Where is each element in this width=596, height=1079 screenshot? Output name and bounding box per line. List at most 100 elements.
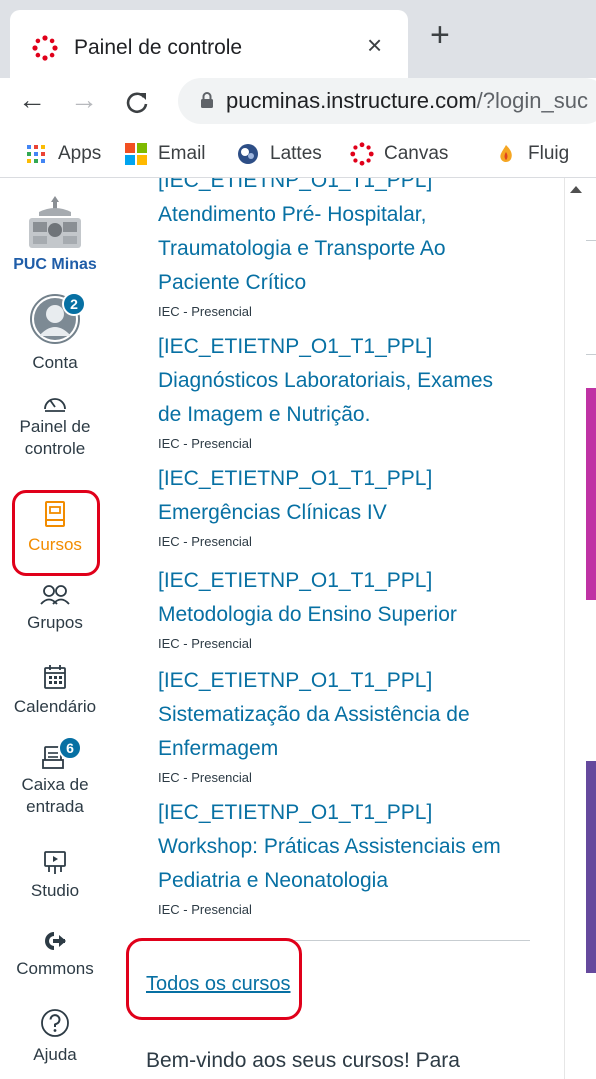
course-name-line: Traumatologia e Transporte Ao (158, 237, 446, 260)
course-item: [IEC_ETIETNP_O1_T1_PPL] Workshop: Prátic… (158, 796, 558, 919)
course-link[interactable]: [IEC_ETIETNP_O1_T1_PPL] Sistematização d… (158, 664, 558, 766)
browser-toolbar: ← → pucminas.instructure.com/?login_suc (0, 78, 596, 130)
url-text: pucminas.instructure.com/?login_suc (226, 88, 588, 114)
course-link[interactable]: [IEC_ETIETNP_O1_T1_PPL] Workshop: Prátic… (158, 796, 558, 898)
scroll-up-arrow-icon[interactable] (570, 186, 582, 193)
nav-label: Ajuda (33, 1045, 77, 1064)
course-item: [IEC_ETIETNP_O1_T1_PPL] Emergências Clín… (158, 462, 558, 551)
course-item: [IEC_ETIETNP_O1_T1_PPL] Metodologia do E… (158, 564, 558, 653)
browser-tabstrip: Painel de controle × + (0, 0, 596, 78)
inbox-badge: 6 (58, 736, 82, 760)
course-code: [IEC_ETIETNP_O1_T1_PPL] (158, 178, 433, 192)
nav-groups[interactable]: Grupos (0, 584, 110, 636)
bookmark-canvas[interactable]: Canvas (350, 140, 448, 168)
nav-label: Caixa de entrada (21, 775, 89, 816)
bookmark-apps[interactable]: Apps (24, 140, 101, 168)
url-path: /?login_suc (476, 88, 588, 113)
course-code: [IEC_ETIETNP_O1_T1_PPL] (158, 467, 433, 490)
nav-label: Grupos (27, 613, 83, 632)
nav-commons[interactable]: Commons (0, 930, 110, 982)
nav-account[interactable]: 2 Conta (0, 292, 110, 376)
course-name-line: Workshop: Práticas Assistenciais em (158, 835, 501, 858)
lock-icon (201, 92, 213, 108)
course-term: IEC - Presencial (158, 636, 252, 651)
nav-label: Painel de controle (19, 417, 91, 458)
puc-crest-icon (29, 196, 81, 248)
bookmark-email[interactable]: Email (124, 140, 206, 168)
dashboard-icon (44, 398, 66, 412)
tab-title: Painel de controle (74, 36, 243, 59)
all-courses-highlight-annotation (126, 938, 302, 1020)
nav-studio[interactable]: Studio (0, 850, 110, 904)
nav-label: Calendário (13, 697, 97, 716)
course-name-line: Metodologia do Ensino Superior (158, 603, 457, 626)
url-host: pucminas.instructure.com (226, 88, 477, 113)
course-name-line: de Imagem e Nutrição. (158, 403, 371, 426)
course-term: IEC - Presencial (158, 436, 252, 451)
bookmark-label: Apps (58, 143, 102, 164)
reload-icon[interactable] (124, 84, 150, 122)
bookmark-label: Canvas (384, 143, 449, 164)
logo-label: PUC Minas (13, 256, 97, 273)
dashboard-divider (586, 240, 596, 241)
nav-label: Commons (16, 959, 94, 978)
course-term: IEC - Presencial (158, 902, 252, 917)
cursos-highlight-annotation (12, 490, 100, 576)
course-name-line: Emergências Clínicas IV (158, 501, 387, 524)
welcome-text: Bem-vindo aos seus cursos! Para (146, 1049, 460, 1072)
course-code: [IEC_ETIETNP_O1_T1_PPL] (158, 669, 433, 692)
puc-minas-logo[interactable]: PUC Minas (0, 192, 110, 276)
course-name-line: Diagnósticos Laboratoriais, Exames (158, 369, 493, 392)
courses-tray: [IEC_ETIETNP_O1_T1_PPL] Atendimento Pré-… (110, 178, 564, 1079)
forward-arrow-icon[interactable]: → (70, 86, 98, 114)
bookmark-lattes[interactable]: Lattes (236, 140, 322, 168)
tray-scrollbar[interactable] (564, 178, 586, 1079)
course-item: [IEC_ETIETNP_O1_T1_PPL] Sistematização d… (158, 664, 558, 787)
course-name-line: Enfermagem (158, 737, 279, 760)
dashboard-background (586, 178, 596, 1079)
course-card-color-bar (586, 388, 596, 600)
course-item: [IEC_ETIETNP_O1_T1_PPL] Atendimento Pré-… (158, 178, 558, 321)
course-code: [IEC_ETIETNP_O1_T1_PPL] (158, 801, 433, 824)
fluig-icon (500, 145, 512, 162)
course-name-line: Pediatria e Neonatologia (158, 869, 388, 892)
nav-label: Conta (32, 353, 78, 372)
dashboard-divider (586, 354, 596, 355)
nav-calendar[interactable]: Calendário (0, 664, 110, 720)
commons-icon (45, 932, 66, 950)
course-card-color-bar (586, 761, 596, 973)
course-link[interactable]: [IEC_ETIETNP_O1_T1_PPL] Emergências Clín… (158, 462, 558, 530)
nav-dashboard[interactable]: Painel de controle (0, 390, 110, 460)
help-icon (41, 1009, 69, 1037)
bookmark-fluig[interactable]: Fluig (494, 140, 569, 168)
course-name-line: Atendimento Pré- Hospitalar, (158, 203, 427, 226)
course-link[interactable]: [IEC_ETIETNP_O1_T1_PPL] Diagnósticos Lab… (158, 330, 558, 432)
new-tab-icon[interactable]: + (430, 18, 450, 52)
nav-help[interactable]: Ajuda (0, 1008, 110, 1068)
calendar-icon (44, 665, 66, 689)
course-name-line: Paciente Crítico (158, 271, 307, 294)
course-link[interactable]: [IEC_ETIETNP_O1_T1_PPL] Atendimento Pré-… (158, 178, 558, 300)
back-arrow-icon[interactable]: ← (18, 86, 46, 114)
windows-logo-icon (125, 143, 147, 165)
canvas-logo-icon (32, 35, 58, 61)
bookmark-label: Lattes (270, 143, 322, 164)
nav-label: Studio (30, 881, 80, 900)
browser-tab-active[interactable]: Painel de controle × (10, 10, 408, 78)
course-term: IEC - Presencial (158, 770, 252, 785)
course-term: IEC - Presencial (158, 304, 252, 319)
close-tab-icon[interactable]: × (367, 32, 382, 58)
studio-icon (44, 851, 66, 874)
bookmark-label: Email (158, 143, 206, 164)
address-bar[interactable]: pucminas.instructure.com/?login_suc (178, 78, 596, 124)
canvas-logo-icon (350, 142, 374, 166)
account-badge: 2 (62, 292, 86, 316)
groups-icon (40, 585, 70, 605)
global-navigation: PUC Minas 2 Conta Painel de controle Cur… (0, 178, 110, 1079)
apps-grid-icon (27, 145, 45, 163)
course-link[interactable]: [IEC_ETIETNP_O1_T1_PPL] Metodologia do E… (158, 564, 558, 632)
course-code: [IEC_ETIETNP_O1_T1_PPL] (158, 335, 433, 358)
lattes-icon (238, 144, 258, 164)
course-term: IEC - Presencial (158, 534, 252, 549)
nav-inbox[interactable]: 6 Caixa de entrada (0, 736, 110, 818)
